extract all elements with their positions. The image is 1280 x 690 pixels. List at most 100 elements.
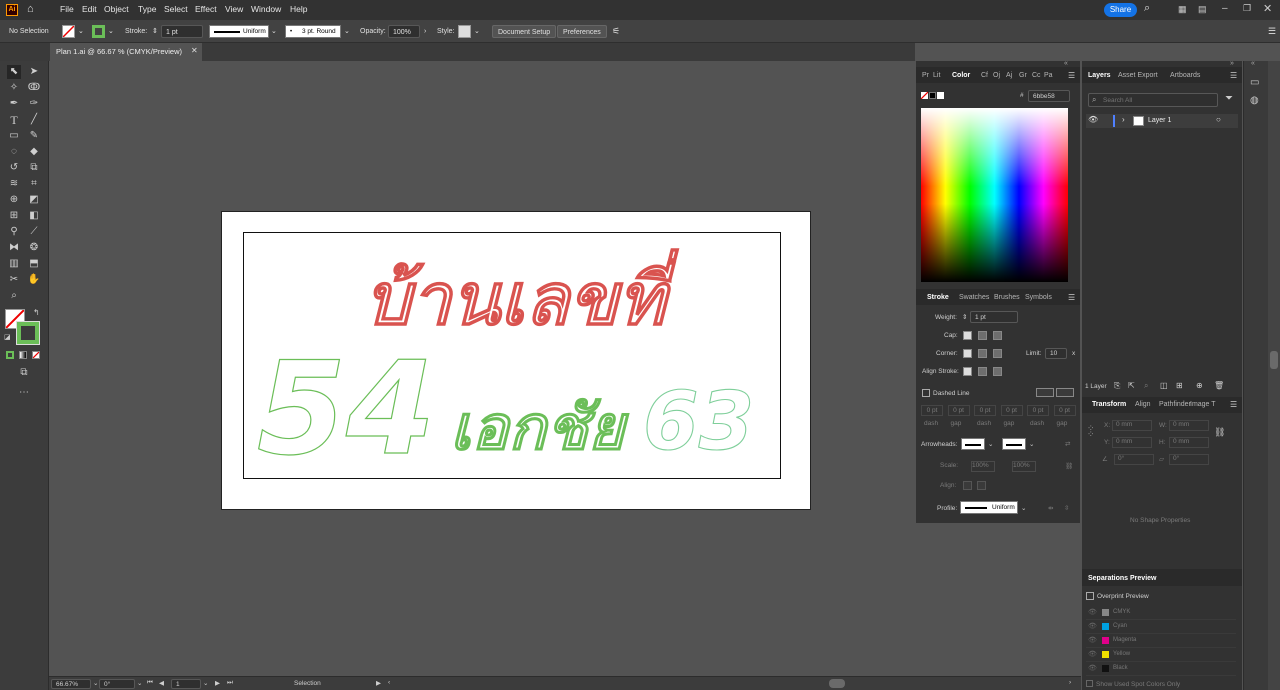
panel-collapse-icon[interactable]: « bbox=[1064, 60, 1068, 67]
layers-search-input[interactable] bbox=[1103, 95, 1213, 105]
symbol-sprayer-icon[interactable]: ❂ bbox=[27, 241, 41, 255]
tab-image-trace[interactable]: Image T bbox=[1190, 401, 1216, 408]
paintbrush-icon[interactable]: ✎ bbox=[27, 129, 41, 143]
stroke-swatch[interactable] bbox=[92, 25, 105, 38]
minimize-icon[interactable]: – bbox=[1222, 3, 1228, 14]
hand-tool-icon[interactable]: ✋ bbox=[27, 273, 41, 287]
artboard-tool-icon[interactable]: ⬒ bbox=[27, 257, 41, 271]
align-inside-icon[interactable] bbox=[978, 367, 987, 376]
new-layer-icon[interactable]: ⊕ bbox=[1196, 381, 1203, 390]
dashed-line-checkbox[interactable] bbox=[922, 389, 930, 397]
white-swatch[interactable] bbox=[937, 92, 944, 99]
type-tool-icon[interactable]: T bbox=[7, 113, 21, 127]
new-sublayer-icon[interactable]: ⊞ bbox=[1176, 381, 1183, 390]
graphic-style-swatch[interactable] bbox=[458, 25, 471, 38]
eraser-icon[interactable]: ◆ bbox=[27, 145, 41, 159]
panel-menu-icon[interactable]: ☰ bbox=[1268, 25, 1276, 38]
perspective-grid-icon[interactable]: ◩ bbox=[27, 193, 41, 207]
menu-object[interactable]: Object bbox=[104, 4, 129, 14]
curvature-tool-icon[interactable]: ✑ bbox=[27, 97, 41, 111]
direct-selection-tool-icon[interactable]: ➤ bbox=[27, 65, 41, 79]
stroke-weight-stepper-icon[interactable]: ⇕ bbox=[152, 25, 158, 38]
tab-color[interactable]: Color bbox=[952, 72, 970, 79]
tab-graphic-styles[interactable]: Gr bbox=[1019, 72, 1027, 79]
layers-menu-icon[interactable]: ☰ bbox=[1230, 71, 1237, 80]
tab-color-guide[interactable]: Cf bbox=[981, 72, 988, 79]
graphic-styles-icon[interactable]: ◍ bbox=[1250, 95, 1259, 106]
rotation-field[interactable]: 0° bbox=[99, 679, 135, 689]
panel-menu-icon[interactable]: ☰ bbox=[1068, 71, 1075, 80]
scroll-thumb[interactable] bbox=[1270, 351, 1278, 369]
tab-cc[interactable]: Cc bbox=[1032, 72, 1041, 79]
scroll-left-icon[interactable]: ‹ bbox=[388, 679, 390, 686]
search-icon[interactable]: ⌕ bbox=[1144, 2, 1150, 15]
tab-properties[interactable]: Pr bbox=[922, 72, 929, 79]
free-transform-icon[interactable]: ⌗ bbox=[27, 177, 41, 191]
weight-stepper-icon[interactable]: ⇕ bbox=[962, 313, 967, 321]
rectangle-tool-icon[interactable]: ▭ bbox=[7, 129, 21, 143]
artwork-number[interactable]: 54 เอกชัย 63 bbox=[255, 343, 760, 463]
tab-libraries[interactable]: Lit bbox=[933, 72, 940, 79]
layer-row[interactable]: 👁 › Layer 1 ○ bbox=[1086, 114, 1238, 128]
scroll-right-icon[interactable]: › bbox=[1069, 679, 1071, 686]
fill-dropdown-icon[interactable]: ⌄ bbox=[78, 25, 84, 38]
selection-tool-icon[interactable]: ⬉ bbox=[7, 65, 21, 79]
transform-menu-icon[interactable]: ☰ bbox=[1230, 400, 1237, 409]
pen-tool-icon[interactable]: ✒ bbox=[7, 97, 21, 111]
tab-layers[interactable]: Layers bbox=[1088, 72, 1111, 79]
swap-fill-stroke-icon[interactable]: ↰ bbox=[33, 308, 40, 317]
last-artboard-icon[interactable]: ⏭ bbox=[227, 679, 233, 687]
menu-select[interactable]: Select bbox=[164, 4, 188, 14]
collect-export-icon[interactable]: ⎘ bbox=[1114, 381, 1120, 391]
stroke-color-icon[interactable] bbox=[16, 321, 40, 345]
graph-tool-icon[interactable]: ▥ bbox=[7, 257, 21, 271]
preferences-button[interactable]: Preferences bbox=[557, 25, 607, 38]
arrange-icon[interactable]: ⚟ bbox=[612, 25, 620, 38]
tab-pathfinder[interactable]: Pathfinder bbox=[1159, 401, 1191, 408]
prev-artboard-icon[interactable]: ◀ bbox=[159, 679, 164, 687]
appearance-icon[interactable]: ▭ bbox=[1250, 77, 1259, 88]
tab-brushes[interactable]: Brushes bbox=[994, 294, 1020, 301]
home-icon[interactable]: ⌂ bbox=[27, 3, 34, 15]
profile-dropdown-icon[interactable]: ⌄ bbox=[1021, 504, 1026, 512]
brush-dropdown-icon[interactable]: ⌄ bbox=[344, 25, 350, 38]
brush-definition[interactable]: • 3 pt. Round bbox=[285, 25, 341, 38]
menu-file[interactable]: File bbox=[60, 4, 74, 14]
zoom-dropdown-icon[interactable]: ⌄ bbox=[93, 679, 98, 687]
share-button[interactable]: Share bbox=[1104, 3, 1137, 17]
end-arrowhead-select[interactable] bbox=[1002, 438, 1026, 450]
visibility-eye-icon[interactable]: 👁 bbox=[1088, 115, 1098, 124]
expand-layer-icon[interactable]: › bbox=[1122, 115, 1125, 124]
tab-artboards[interactable]: Artboards bbox=[1170, 72, 1200, 79]
menu-edit[interactable]: Edit bbox=[82, 4, 97, 14]
round-join-icon[interactable] bbox=[978, 349, 987, 358]
profile-select[interactable]: Uniform bbox=[960, 501, 1018, 514]
eyedropper-icon[interactable]: ⚲ bbox=[7, 225, 21, 239]
align-outside-icon[interactable] bbox=[993, 367, 1002, 376]
maximize-icon[interactable]: ❐ bbox=[1243, 3, 1251, 14]
menu-view[interactable]: View bbox=[225, 4, 243, 14]
start-arrowhead-dropdown-icon[interactable]: ⌄ bbox=[988, 440, 993, 448]
screen-mode-icon[interactable]: ⧉ bbox=[17, 366, 31, 380]
next-artboard-icon[interactable]: ▶ bbox=[215, 679, 220, 687]
miter-join-icon[interactable] bbox=[963, 349, 972, 358]
expand-panels-icon[interactable]: « bbox=[1251, 60, 1255, 67]
shape-builder-icon[interactable]: ⊕ bbox=[7, 193, 21, 207]
more-tools-icon[interactable]: ⋯ bbox=[17, 386, 31, 400]
tab-object[interactable]: Oj bbox=[993, 72, 1000, 79]
menu-effect[interactable]: Effect bbox=[195, 4, 217, 14]
projecting-cap-icon[interactable] bbox=[993, 331, 1002, 340]
document-setup-button[interactable]: Document Setup bbox=[492, 25, 557, 38]
warp-tool-icon[interactable]: ≋ bbox=[7, 177, 21, 191]
zoom-tool-icon[interactable]: ⌕ bbox=[7, 289, 21, 303]
opacity-field[interactable]: 100% bbox=[388, 25, 420, 38]
fill-swatch[interactable] bbox=[62, 25, 75, 38]
artwork-title[interactable]: บ้านเลขที่ bbox=[305, 242, 725, 337]
none-swatch[interactable] bbox=[921, 92, 928, 99]
layers-search-field[interactable]: ⌕ bbox=[1088, 93, 1218, 107]
butt-cap-icon[interactable] bbox=[963, 331, 972, 340]
color-mode-icon[interactable] bbox=[6, 351, 14, 359]
tab-align[interactable]: Align bbox=[1135, 401, 1151, 408]
profile-dropdown-icon[interactable]: ⌄ bbox=[271, 25, 277, 38]
start-arrowhead-select[interactable] bbox=[961, 438, 985, 450]
